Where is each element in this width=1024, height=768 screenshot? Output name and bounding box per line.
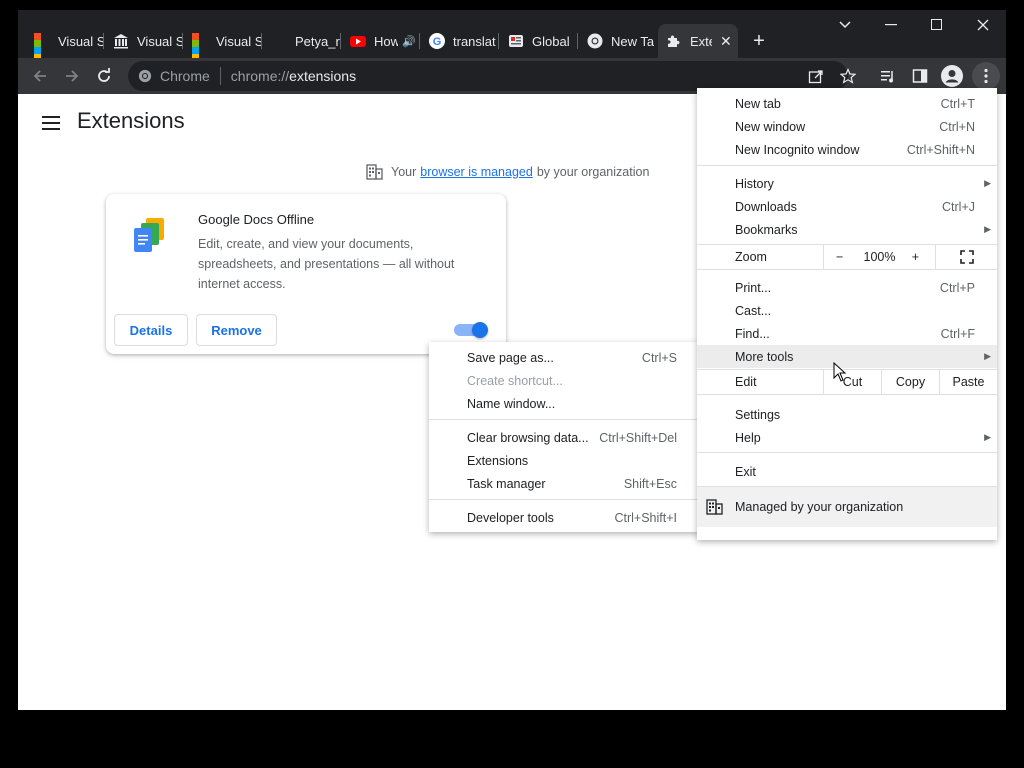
back-icon[interactable]	[26, 62, 54, 90]
news-icon	[508, 33, 524, 49]
menu-item-task-manager[interactable]: Task manager Shift+Esc	[429, 472, 699, 495]
page-title: Extensions	[77, 108, 185, 133]
institution-icon	[113, 33, 129, 49]
media-control-icon[interactable]	[874, 62, 902, 90]
menu-item-more-tools[interactable]: More tools ▶	[697, 345, 997, 368]
tab-visual-studio-3[interactable]: Visual S	[184, 24, 262, 58]
menu-item-find[interactable]: Find... Ctrl+F	[697, 322, 997, 345]
menu-item-settings[interactable]: Settings	[697, 403, 997, 426]
tab-google-translate[interactable]: G translat	[421, 24, 499, 58]
menu-item-create-shortcut[interactable]: Create shortcut...	[429, 369, 699, 392]
extension-card: Google Docs Offline Edit, create, and vi…	[106, 194, 506, 354]
details-button[interactable]: Details	[114, 314, 188, 346]
google-icon: G	[429, 33, 445, 49]
menu-item-new-incognito[interactable]: New Incognito window Ctrl+Shift+N	[697, 138, 997, 161]
origin-chip: Chrome	[160, 68, 210, 84]
menu-item-cast[interactable]: Cast...	[697, 299, 997, 322]
extension-description: Edit, create, and view your documents, s…	[198, 237, 455, 291]
blank-page-icon	[271, 33, 287, 49]
extension-name: Google Docs Offline	[198, 212, 315, 227]
zoom-out-button[interactable]: −	[836, 250, 843, 264]
managed-notice: Your browser is managed by your organiza…	[366, 164, 649, 180]
menu-item-new-tab[interactable]: New tab Ctrl+T	[697, 92, 997, 115]
kebab-menu-icon[interactable]	[972, 62, 1000, 90]
menu-item-save-page[interactable]: Save page as... Ctrl+S	[429, 346, 699, 369]
extension-enable-toggle[interactable]	[454, 322, 488, 338]
menu-item-extensions[interactable]: Extensions	[429, 449, 699, 472]
menu-item-help[interactable]: Help ▶	[697, 426, 997, 449]
tab-global[interactable]: Global	[500, 24, 578, 58]
chrome-icon	[587, 33, 603, 49]
remove-button[interactable]: Remove	[196, 314, 277, 346]
menu-item-new-window[interactable]: New window Ctrl+N	[697, 115, 997, 138]
youtube-icon	[350, 33, 366, 49]
tab-visual-studio-1[interactable]: Visual S	[26, 24, 104, 58]
tab-new-tab[interactable]: New Ta	[579, 24, 657, 58]
tab-extensions[interactable]: Exte ✕	[658, 24, 738, 58]
close-tab-icon[interactable]: ✕	[720, 33, 732, 50]
close-window-button[interactable]	[960, 10, 1006, 40]
browser-window: Visual S Visual S Visual S Petya_r How 🔊…	[18, 10, 1006, 710]
copy-button[interactable]: Copy	[881, 370, 939, 394]
menu-item-clear-browsing-data[interactable]: Clear browsing data... Ctrl+Shift+Del	[429, 426, 699, 449]
tab-petya[interactable]: Petya_r	[263, 24, 341, 58]
menu-item-bookmarks[interactable]: Bookmarks ▶	[697, 218, 997, 241]
reload-icon[interactable]	[90, 62, 118, 90]
menu-item-developer-tools[interactable]: Developer tools Ctrl+Shift+I	[429, 506, 699, 529]
paste-button[interactable]: Paste	[939, 370, 997, 394]
bookmark-star-icon[interactable]	[834, 62, 862, 90]
zoom-controls: − 100% +	[823, 245, 935, 269]
svg-text:G: G	[433, 36, 442, 48]
cut-button[interactable]: Cut	[823, 370, 881, 394]
tab-strip: Visual S Visual S Visual S Petya_r How 🔊…	[18, 10, 1006, 58]
new-tab-button[interactable]: +	[744, 24, 774, 58]
menu-item-edit: Edit Cut Copy Paste	[697, 370, 997, 394]
chrome-main-menu: New tab Ctrl+T New window Ctrl+N New Incog…	[697, 88, 997, 540]
menu-item-downloads[interactable]: Downloads Ctrl+J	[697, 195, 997, 218]
menu-item-zoom: Zoom − 100% +	[697, 245, 997, 269]
microsoft-icon	[34, 33, 50, 58]
chrome-icon	[138, 69, 152, 83]
side-panel-icon[interactable]	[906, 62, 934, 90]
maximize-button[interactable]	[914, 10, 960, 40]
audio-playing-icon[interactable]: 🔊	[402, 35, 416, 48]
address-bar[interactable]: Chrome chrome://extensions	[128, 61, 848, 91]
url-scheme: chrome://	[230, 68, 290, 84]
mouse-pointer-icon	[833, 361, 847, 387]
tab-visual-studio-2[interactable]: Visual S	[105, 24, 183, 58]
menu-item-print[interactable]: Print... Ctrl+P	[697, 276, 997, 299]
tab-search-icon[interactable]	[822, 10, 868, 40]
menu-item-managed[interactable]: Managed by your organization	[697, 487, 997, 527]
zoom-level: 100%	[863, 250, 896, 264]
profile-avatar-icon[interactable]	[938, 62, 966, 90]
building-icon	[706, 499, 723, 515]
more-tools-submenu: Save page as... Ctrl+S Create shortcut...…	[429, 342, 699, 532]
hamburger-menu-icon[interactable]	[42, 114, 62, 132]
fullscreen-icon[interactable]	[935, 245, 997, 269]
zoom-in-button[interactable]: +	[912, 250, 919, 264]
menu-item-name-window[interactable]: Name window...	[429, 392, 699, 415]
building-icon	[366, 164, 383, 180]
tab-youtube[interactable]: How 🔊	[342, 24, 420, 58]
forward-icon[interactable]	[58, 62, 86, 90]
google-docs-offline-icon	[132, 216, 168, 256]
minimize-button[interactable]	[868, 10, 914, 40]
menu-item-exit[interactable]: Exit	[697, 460, 997, 483]
share-icon[interactable]	[802, 62, 830, 90]
browser-managed-link[interactable]: browser is managed	[420, 165, 533, 179]
extensions-page: Extensions Your browser is managed by yo…	[18, 88, 1006, 710]
puzzle-icon	[666, 33, 682, 49]
microsoft-icon	[192, 33, 208, 58]
url-host: extensions	[289, 68, 357, 84]
menu-item-history[interactable]: History ▶	[697, 172, 997, 195]
